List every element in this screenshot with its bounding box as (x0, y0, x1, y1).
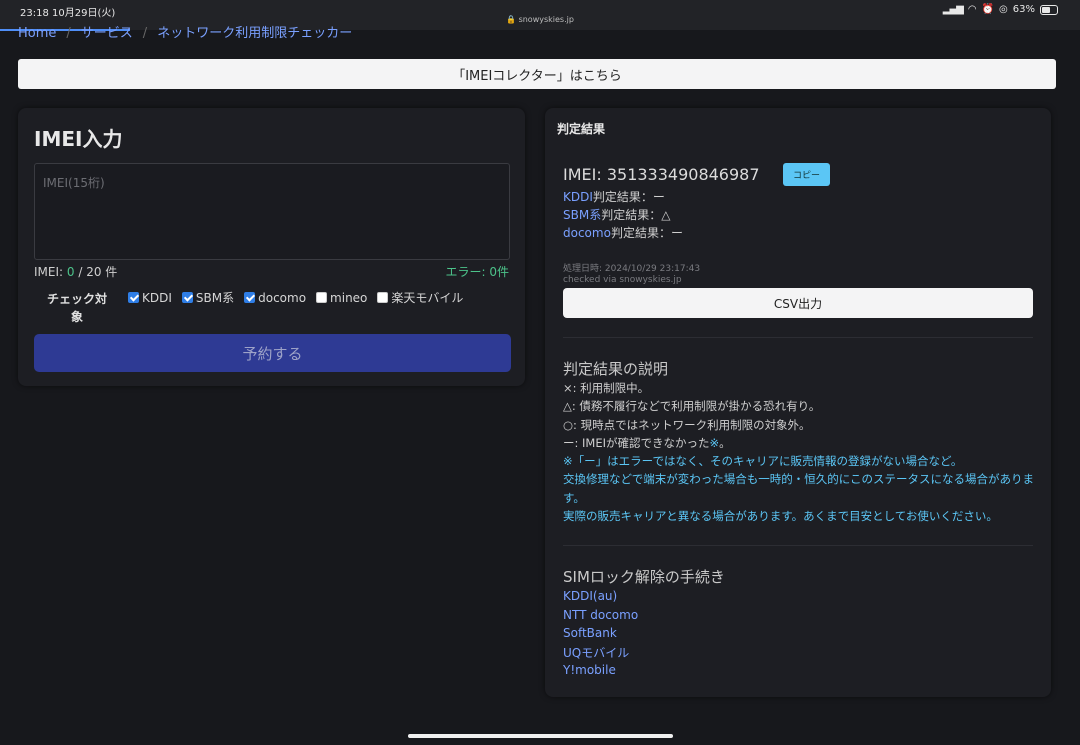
checkbox-icon[interactable] (377, 292, 389, 303)
checkbox-icon[interactable] (181, 292, 193, 303)
result-text: 判定結果：ー (592, 190, 665, 204)
imei-count-prefix: IMEI: (34, 265, 67, 279)
battery-level (1042, 6, 1050, 13)
result-imei: IMEI: 351333490846987 (563, 165, 760, 184)
imei-collector-banner-button[interactable]: 「IMEIコレクター」はこちら (18, 59, 1056, 89)
home-indicator[interactable] (408, 734, 673, 738)
result-kddi: KDDI判定結果：ー (563, 188, 665, 205)
carrier-checkbox-docomo[interactable]: docomo (244, 289, 306, 306)
result-sbm: SBM系判定結果：△ (563, 206, 670, 223)
carrier-checkbox-group: KDDI SBM系 docomo mineo 楽天モバイル (128, 289, 463, 306)
check-target-label: チェック対象 (46, 292, 107, 324)
status-indicators: ▂▄▆ ◠ ⏰ ◎ 63% (943, 4, 1058, 15)
result-panel-title: 判定結果 (557, 122, 606, 136)
breadcrumb-separator: / (66, 26, 71, 41)
csv-export-button[interactable]: CSV出力 (563, 288, 1033, 318)
carrier-label: SBM系 (195, 291, 235, 305)
checkbox-icon[interactable] (316, 292, 328, 303)
processed-at: 処理日時: 2024/10/29 23:17:43 (563, 264, 701, 274)
input-panel-title: IMEI入力 (34, 127, 123, 151)
carrier-link-docomo[interactable]: docomo (563, 226, 611, 240)
imei-count-value: 0 (66, 265, 75, 279)
copy-button[interactable]: コピー (783, 163, 830, 186)
explanation-line-tail: 。 (719, 435, 731, 450)
carrier-link-kddi[interactable]: KDDI (563, 190, 593, 204)
explanation-line: ×: 利用制限中。 (563, 381, 650, 395)
breadcrumb-separator: / (142, 26, 148, 41)
explanation-line: ー: IMEIが確認できなかった※。 (563, 434, 1038, 452)
error-count: エラー: 0件 (445, 265, 510, 279)
divider (563, 545, 1033, 546)
alarm-icon: ⏰ (981, 4, 995, 15)
breadcrumb-current: ネットワーク利用制限チェッカー (157, 26, 353, 41)
battery-percent: 63% (1012, 4, 1035, 15)
note-line: ※「ー」はエラーではなく、そのキャリアに販売情報の登録がない場合など。 (563, 454, 963, 469)
sim-link-docomo[interactable]: NTT docomo (563, 608, 638, 622)
cellular-signal-icon: ▂▄▆ (942, 4, 964, 15)
explanation-text: ×: 利用制限中。 △: 債務不履行などで利用制限が掛かる恐れ有り。 ○: 現時… (563, 379, 1038, 525)
sim-unlock-title: SIMロック解除の手続き (563, 568, 725, 586)
imei-count: IMEI: 0 / 20 件 (34, 263, 117, 280)
carrier-label: 楽天モバイル (391, 291, 464, 305)
breadcrumb-services[interactable]: サービス (81, 26, 133, 41)
breadcrumb: Home / サービス / ネットワーク利用制限チェッカー (18, 22, 352, 41)
note-line: 実際の販売キャリアと異なる場合があります。あくまで目安としてお使いください。 (563, 509, 998, 524)
battery-icon (1040, 4, 1058, 15)
carrier-checkbox-sbm[interactable]: SBM系 (181, 289, 235, 306)
result-docomo: docomo判定結果：ー (563, 224, 683, 241)
checked-via: checked via snowyskies.jp (563, 275, 682, 285)
location-icon: ◎ (999, 4, 1008, 15)
reserve-button[interactable]: 予約する (34, 334, 511, 372)
carrier-checkbox-kddi[interactable]: KDDI (128, 289, 172, 306)
result-text: 判定結果：△ (601, 208, 671, 222)
checkbox-icon[interactable] (128, 292, 139, 303)
note-line: 交換修理などで端末が変わった場合も一時的・恒久的にこのステータスになる場合があり… (563, 472, 1035, 505)
carrier-checkbox-rakuten[interactable]: 楽天モバイル (377, 289, 463, 306)
imei-textarea[interactable] (34, 163, 510, 260)
result-text: 判定結果：ー (610, 226, 683, 240)
carrier-label: KDDI (142, 290, 172, 305)
wifi-icon: ◠ (967, 4, 977, 15)
carrier-link-sbm[interactable]: SBM系 (563, 208, 601, 222)
carrier-checkbox-mineo[interactable]: mineo (316, 289, 367, 306)
sim-link-uq[interactable]: UQモバイル (563, 644, 629, 661)
result-panel: 判定結果 IMEI: 351333490846987 コピー KDDI判定結果：… (545, 108, 1051, 697)
explanation-line-text: ー: IMEIが確認できなかった (563, 435, 710, 450)
imei-input-panel: IMEI入力 IMEI: 0 / 20 件 エラー: 0件 チェック対象 KDD… (18, 108, 525, 386)
carrier-label: docomo (258, 290, 307, 305)
imei-count-suffix: / 20 件 (74, 265, 118, 279)
explanation-line: ○: 現時点ではネットワーク利用制限の対象外。 (563, 417, 811, 432)
explanation-title: 判定結果の説明 (563, 360, 669, 378)
checkbox-icon[interactable] (244, 292, 256, 303)
carrier-label: mineo (330, 290, 368, 305)
divider (563, 337, 1033, 338)
sim-link-kddi[interactable]: KDDI(au) (563, 589, 617, 603)
sim-link-softbank[interactable]: SoftBank (563, 626, 617, 640)
breadcrumb-home[interactable]: Home (18, 26, 56, 41)
explanation-line: △: 債務不履行などで利用制限が掛かる恐れ有り。 (563, 399, 821, 414)
sim-link-ymobile[interactable]: Y!mobile (563, 663, 616, 677)
note-mark-link[interactable]: ※ (710, 436, 720, 450)
